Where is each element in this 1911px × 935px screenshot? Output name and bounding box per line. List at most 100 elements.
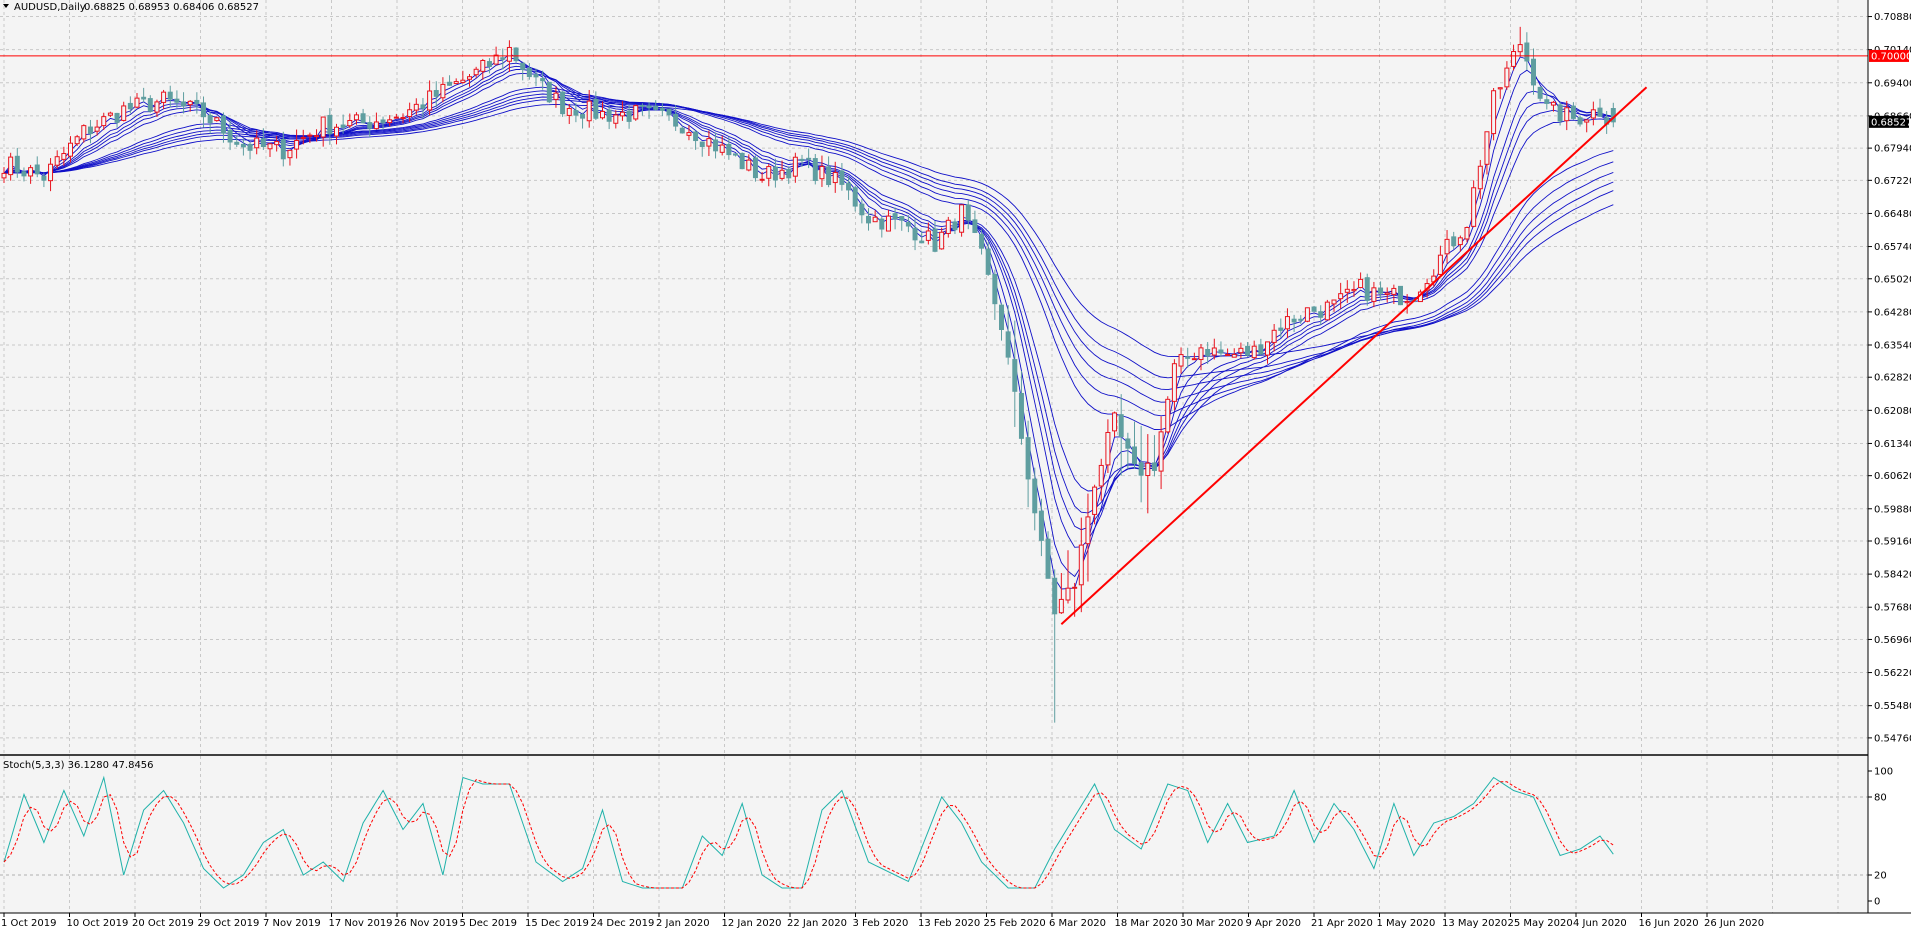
symbol-label: AUDUSD,Daily xyxy=(14,2,86,13)
candle-body xyxy=(546,81,552,103)
date-tick-label: 26 Nov 2019 xyxy=(394,918,458,929)
candle-body xyxy=(1391,287,1397,295)
candle-body xyxy=(493,54,499,65)
date-tick-label: 26 Jun 2020 xyxy=(1704,918,1764,929)
candle-body xyxy=(28,167,34,177)
date-tick-label: 6 Mar 2020 xyxy=(1049,918,1106,929)
candle-body xyxy=(846,182,852,191)
candle-body xyxy=(61,153,67,160)
stoch-tick-label: 20 xyxy=(1874,871,1887,882)
stoch-tick-label: 80 xyxy=(1874,793,1887,804)
candle-body xyxy=(1371,287,1377,302)
candle-body xyxy=(1105,431,1111,466)
price-tick-label: 0.65740 xyxy=(1874,242,1911,253)
price-tick-label: 0.57680 xyxy=(1874,603,1911,614)
candle-body xyxy=(107,112,113,116)
candle-body xyxy=(1511,51,1517,67)
candle-body xyxy=(234,141,240,145)
candle-body xyxy=(706,138,712,147)
date-tick-label: 25 Feb 2020 xyxy=(984,918,1046,929)
candle-body xyxy=(925,230,931,241)
candle-body xyxy=(1271,329,1277,343)
date-tick-label: 17 Nov 2019 xyxy=(329,918,393,929)
candle-body xyxy=(68,142,73,157)
candle-body xyxy=(959,204,965,233)
candle-body xyxy=(633,105,639,120)
candle-body xyxy=(1171,363,1177,402)
candle-body xyxy=(187,100,193,106)
candle-body xyxy=(367,122,373,129)
price-tick-label: 0.66480 xyxy=(1874,209,1911,220)
date-tick-label: 21 Apr 2020 xyxy=(1311,918,1373,929)
candle-body xyxy=(1384,292,1390,295)
candle-body xyxy=(932,228,938,252)
candle-body xyxy=(999,304,1004,330)
candle-body xyxy=(839,170,845,185)
candle-body xyxy=(360,113,366,124)
candle-body xyxy=(207,114,213,124)
candle-body xyxy=(872,216,878,223)
candle-body xyxy=(287,149,293,159)
candle-body xyxy=(1185,356,1191,359)
candle-body xyxy=(407,109,413,117)
candle-body xyxy=(127,102,133,110)
candle-body xyxy=(526,67,532,78)
candle-body xyxy=(1225,354,1231,357)
candle-body xyxy=(580,113,586,119)
candle-body xyxy=(320,116,326,138)
candle-body xyxy=(1145,462,1151,477)
candle-body xyxy=(1477,165,1483,190)
price-tick-label: 0.65020 xyxy=(1874,274,1911,285)
candle-body xyxy=(174,98,180,103)
candle-body xyxy=(919,240,925,244)
price-tick-label: 0.62820 xyxy=(1874,373,1911,384)
candle-body xyxy=(1012,359,1018,392)
candle-body xyxy=(679,127,685,134)
candle-body xyxy=(1291,318,1297,323)
candle-body xyxy=(533,73,539,78)
date-tick-label: 22 Jan 2020 xyxy=(787,918,847,929)
candle-body xyxy=(214,117,220,122)
candle-body xyxy=(1218,349,1224,354)
stoch-tick-label: 100 xyxy=(1874,767,1893,778)
candle-body xyxy=(327,114,333,135)
price-tick-label: 0.70880 xyxy=(1874,12,1911,23)
candle-body xyxy=(666,108,672,116)
candle-body xyxy=(473,68,479,76)
candle-body xyxy=(1590,109,1596,119)
candle-body xyxy=(467,76,472,80)
candle-body xyxy=(167,91,173,100)
candle-body xyxy=(500,57,506,60)
candle-body xyxy=(952,221,958,231)
price-tick-label: 0.59880 xyxy=(1874,504,1911,515)
date-tick-label: 7 Nov 2019 xyxy=(263,918,321,929)
trading-chart[interactable]: 0.708800.701400.694000.686600.679400.672… xyxy=(0,0,1911,935)
price-tick-label: 0.63540 xyxy=(1874,341,1911,352)
candle-body xyxy=(1444,238,1450,255)
date-tick-label: 9 Apr 2020 xyxy=(1246,918,1301,929)
candle-body xyxy=(905,222,911,227)
candle-body xyxy=(1098,464,1104,487)
candle-body xyxy=(1138,462,1144,476)
candle-body xyxy=(553,92,559,100)
candle-body xyxy=(353,114,359,121)
candle-body xyxy=(832,172,838,184)
candle-body xyxy=(480,60,486,72)
candle-body xyxy=(1238,347,1244,354)
candle-body xyxy=(879,218,885,230)
candle-body xyxy=(1577,117,1583,125)
candle-body xyxy=(334,126,339,137)
candle-body xyxy=(440,83,446,99)
candle-body xyxy=(520,62,526,70)
candle-body xyxy=(247,143,253,151)
candle-body xyxy=(393,116,399,119)
candle-body xyxy=(1265,341,1270,356)
date-tick-label: 12 Jan 2020 xyxy=(722,918,782,929)
candle-body xyxy=(1318,311,1324,318)
date-tick-label: 16 Jun 2020 xyxy=(1639,918,1699,929)
date-tick-label: 18 Mar 2020 xyxy=(1115,918,1178,929)
stochastic-title: Stoch(5,3,3) 36.1280 47.8456 xyxy=(3,760,154,771)
candle-body xyxy=(639,104,645,107)
price-tick-label: 0.69400 xyxy=(1874,78,1911,89)
candle-body xyxy=(779,169,785,179)
